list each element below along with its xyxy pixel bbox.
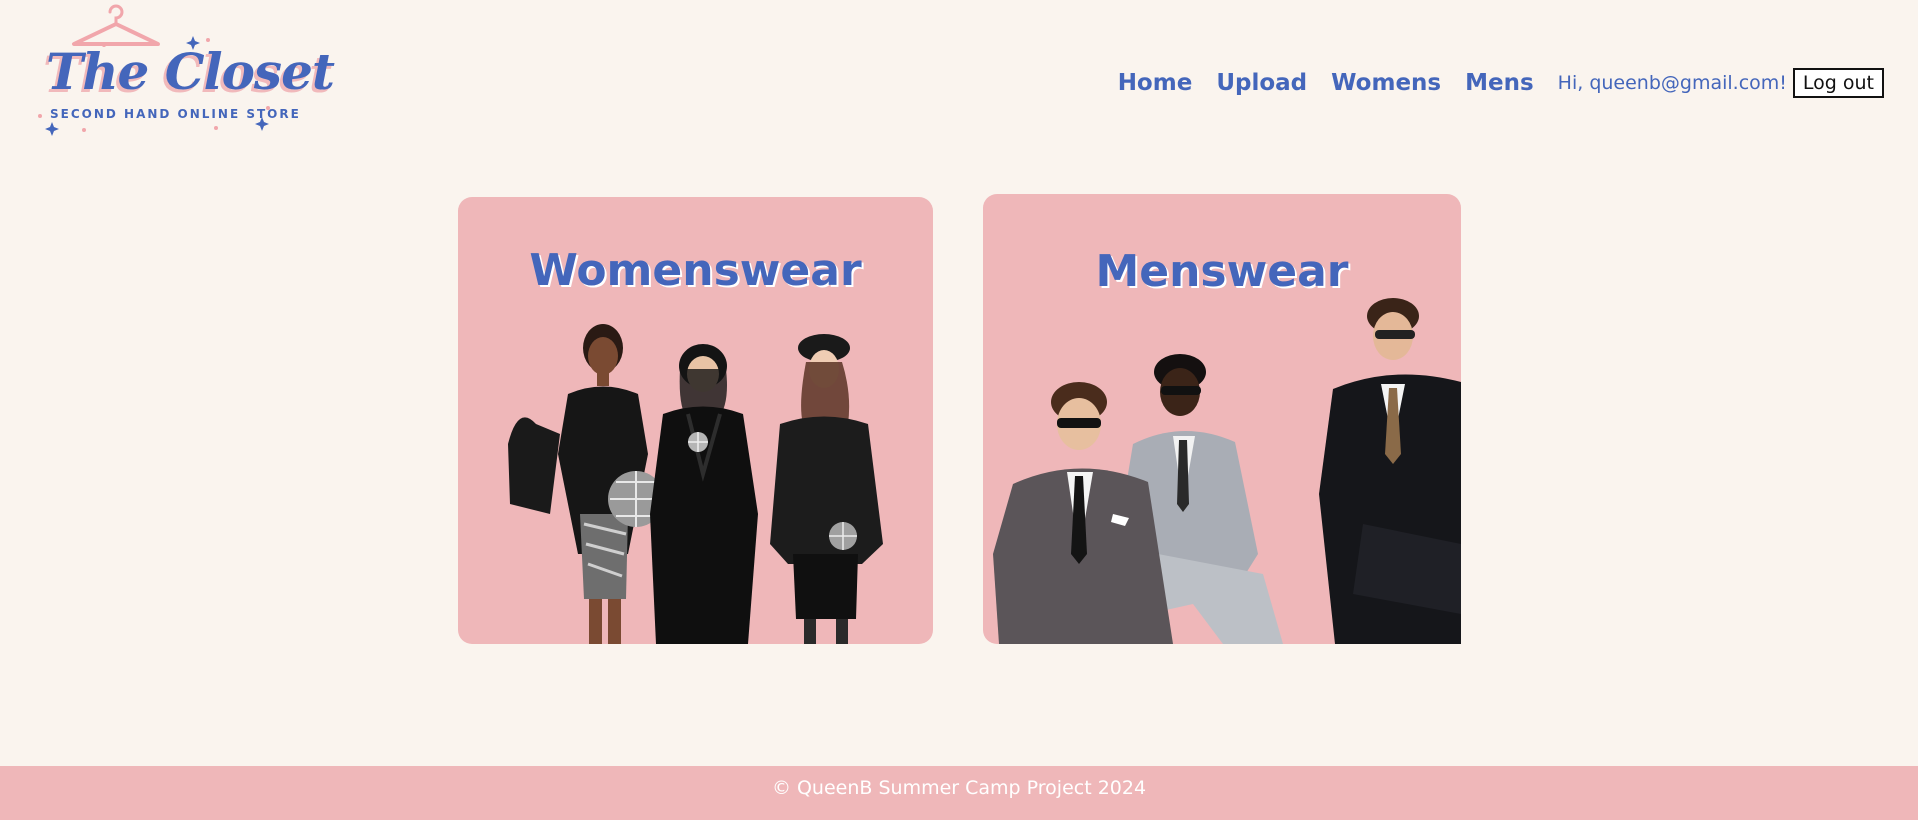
logout-button[interactable]: Log out — [1792, 68, 1884, 98]
user-greeting: Hi, queenb@gmail.com! — [1557, 72, 1787, 94]
menswear-title: Menswear — [1095, 246, 1349, 297]
logo-subtitle: SECOND HAND ONLINE STORE — [50, 107, 301, 121]
logo-title: The Closet — [46, 42, 335, 101]
nav-upload-link[interactable]: Upload — [1216, 70, 1307, 96]
main-nav: Home Upload Womens Mens Hi, queenb@gmail… — [1118, 68, 1884, 98]
womenswear-card[interactable]: Womenswear — [458, 197, 933, 644]
womenswear-title: Womenswear — [529, 245, 862, 296]
womenswear-photo — [508, 324, 883, 644]
nav-mens-link[interactable]: Mens — [1465, 70, 1534, 96]
nav-home-link[interactable]: Home — [1118, 70, 1193, 96]
menswear-photo — [993, 298, 1461, 644]
menswear-card[interactable]: Menswear — [983, 194, 1461, 644]
site-logo[interactable]: The Closet SECOND HAND ONLINE STORE — [36, 0, 335, 140]
nav-womens-link[interactable]: Womens — [1331, 70, 1441, 96]
footer-copyright: © QueenB Summer Camp Project 2024 — [771, 776, 1147, 799]
site-footer: © QueenB Summer Camp Project 2024 — [0, 766, 1918, 820]
